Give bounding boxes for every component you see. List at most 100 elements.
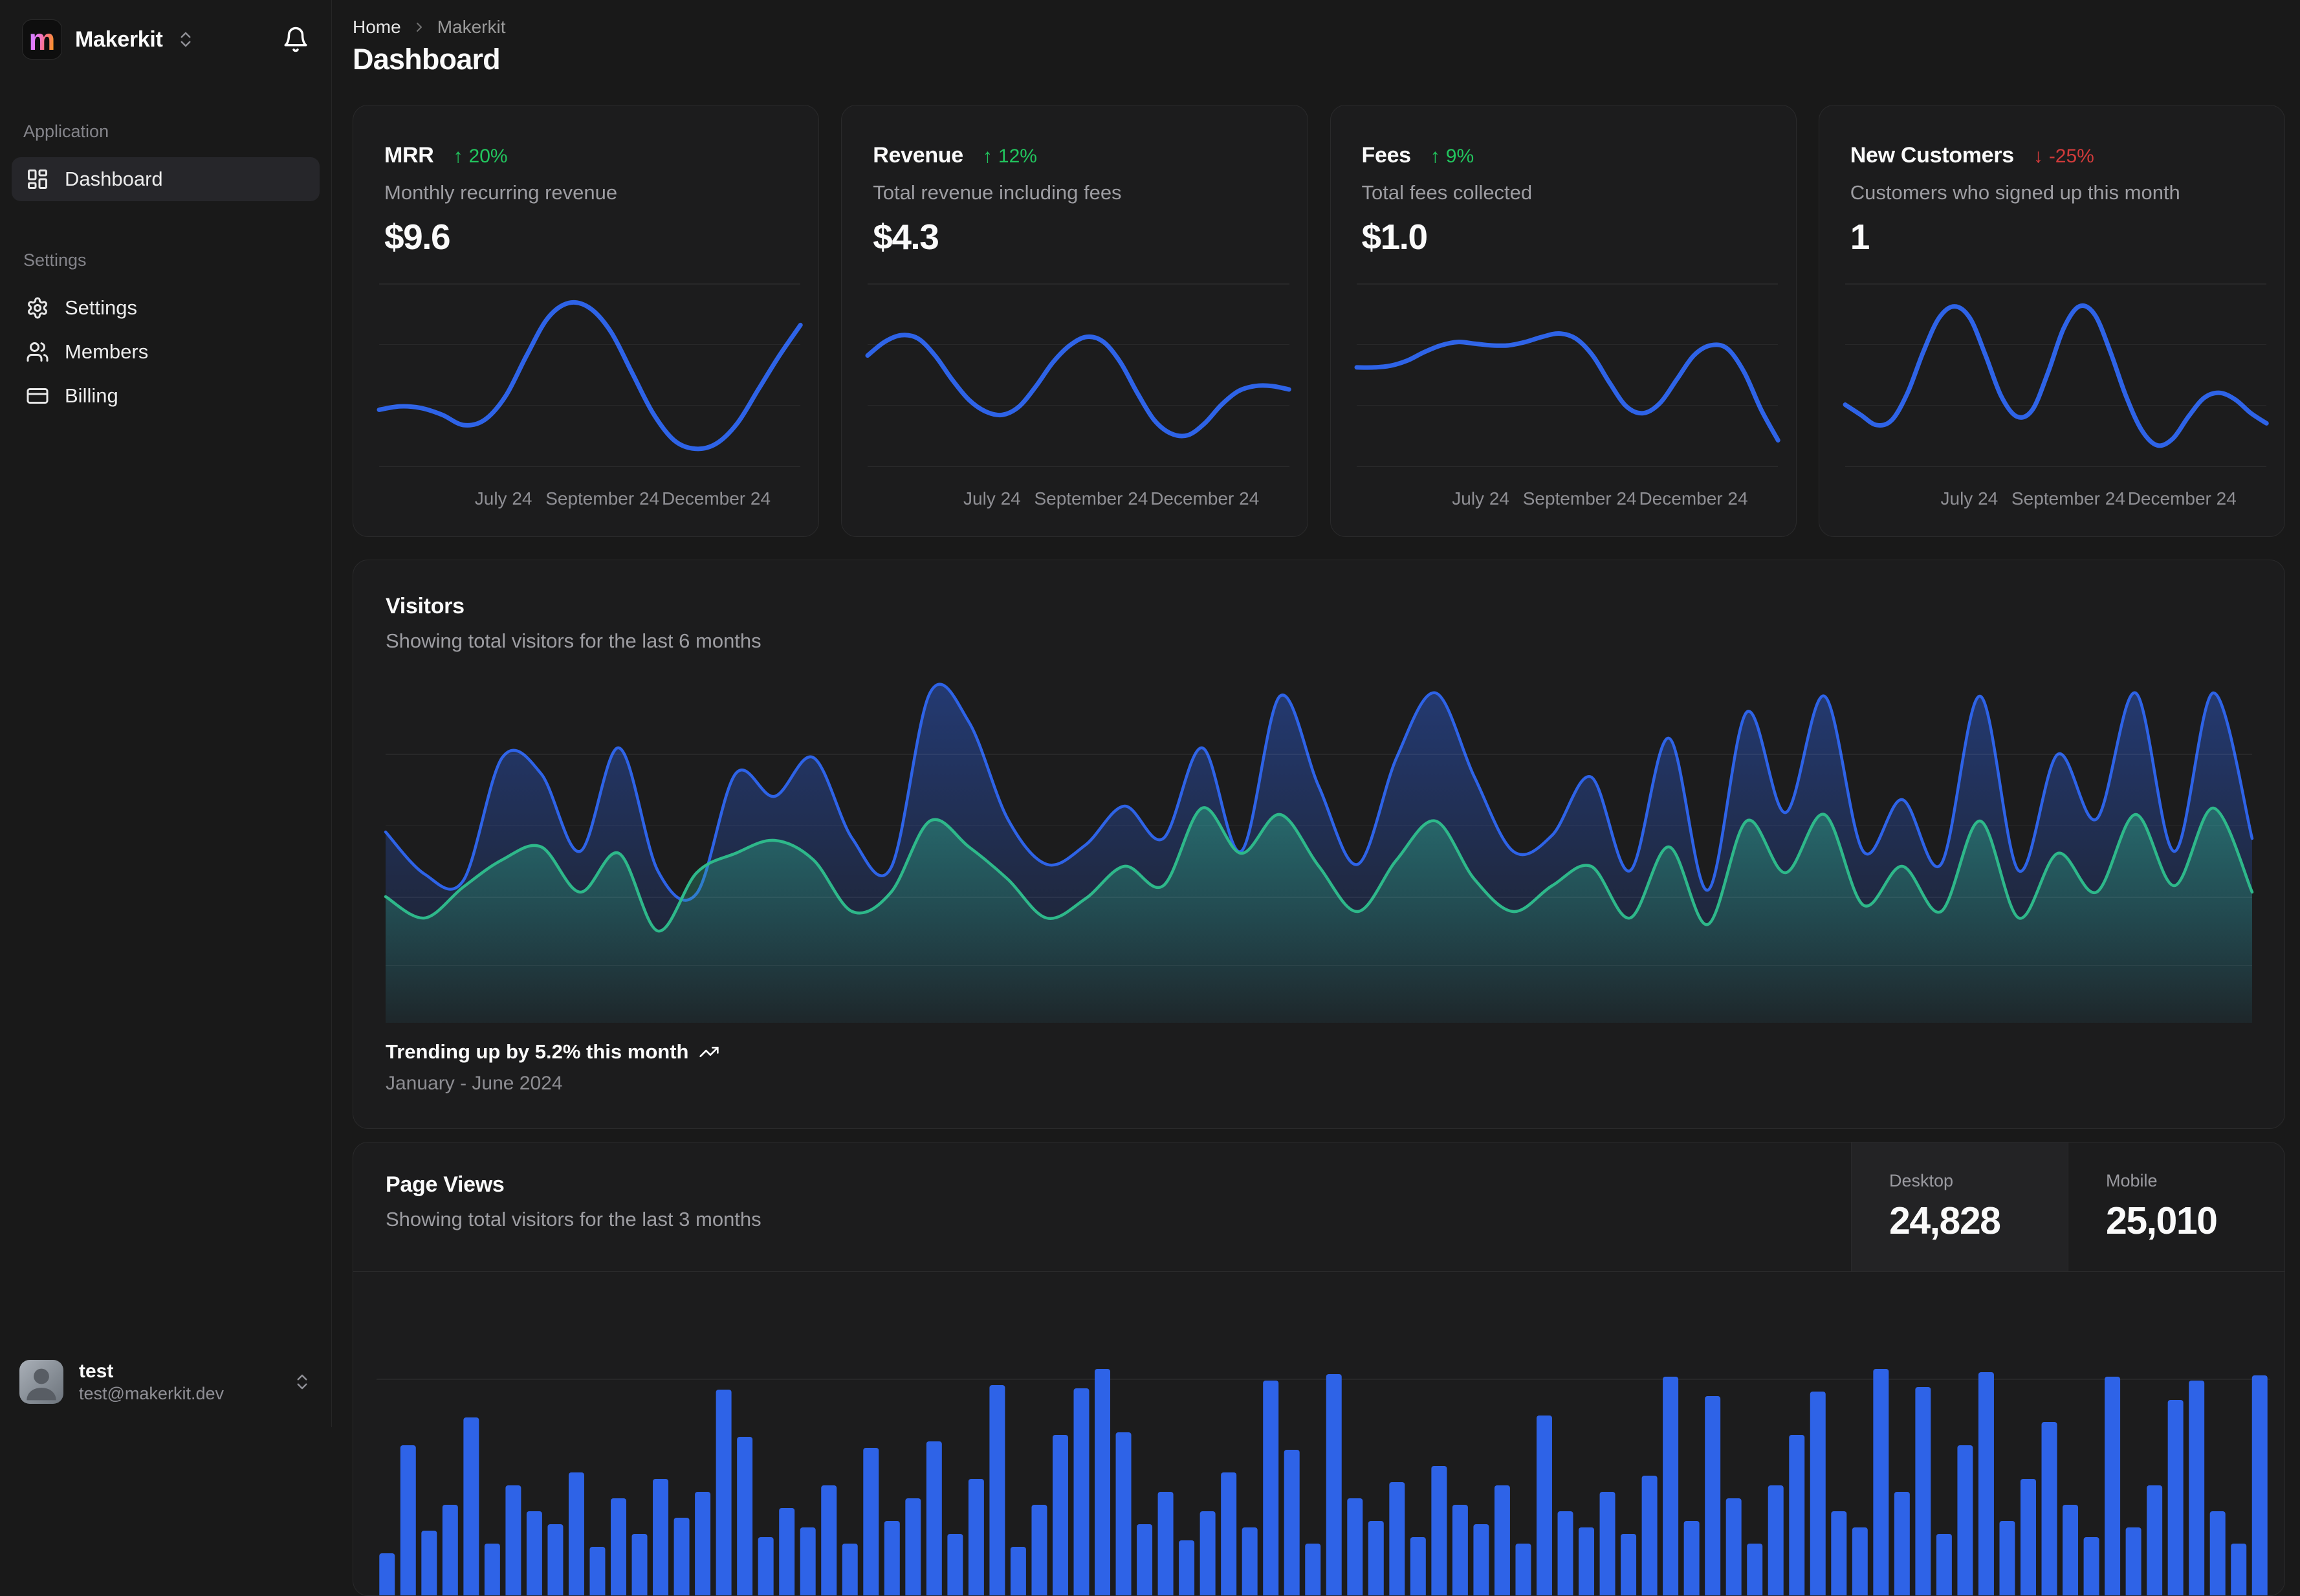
stat-subtitle: Total fees collected bbox=[1361, 181, 1533, 204]
sidebar-item-dashboard[interactable]: Dashboard bbox=[12, 157, 320, 201]
arrow-up-icon: ↑ bbox=[453, 146, 463, 167]
nav-section-application: Application bbox=[23, 122, 109, 141]
visitors-title: Visitors bbox=[386, 594, 465, 618]
x-tick: September 24 bbox=[1034, 488, 1148, 508]
stat-delta-badge: ↑ 12% bbox=[983, 146, 1037, 168]
credit-card-icon bbox=[27, 388, 49, 404]
main-content: Home Makerkit Dashboard MRR ↑ 20% Monthl… bbox=[332, 0, 2300, 1596]
page-views-card: Page Views Showing total visitors for th… bbox=[353, 1142, 2285, 1596]
visitors-footer: Trending up by 5.2% this month January -… bbox=[386, 1040, 719, 1095]
person-silhouette-icon bbox=[27, 1368, 56, 1401]
visitors-card: Visitors Showing total visitors for the … bbox=[353, 560, 2285, 1129]
page-views-header: Page Views Showing total visitors for th… bbox=[353, 1142, 2284, 1272]
arrow-up-icon: ↑ bbox=[1430, 146, 1440, 167]
sidebar-item-settings[interactable]: Settings bbox=[12, 286, 320, 330]
chevrons-up-down-icon[interactable] bbox=[176, 30, 195, 49]
x-tick: July 24 bbox=[963, 488, 1021, 508]
bell-icon[interactable] bbox=[282, 26, 309, 53]
x-tick: September 24 bbox=[545, 488, 660, 508]
x-axis-labels: July 24 September 24 December 24 bbox=[1357, 488, 1778, 514]
mrr-sparkline-chart bbox=[377, 283, 803, 467]
stat-card-mrr: MRR ↑ 20% Monthly recurring revenue $9.6… bbox=[353, 105, 820, 537]
dashboard-page: { "sidebar": { "workspace": { "name": "M… bbox=[0, 0, 2300, 1596]
stat-subtitle: Customers who signed up this month bbox=[1850, 181, 2180, 204]
stat-subtitle: Total revenue including fees bbox=[873, 181, 1122, 204]
stat-title: Fees bbox=[1361, 143, 1412, 168]
stat-title: MRR bbox=[384, 143, 434, 168]
visitors-subtitle: Showing total visitors for the last 6 mo… bbox=[386, 629, 761, 652]
sidebar-item-billing[interactable]: Billing bbox=[12, 374, 320, 418]
stat-card-fees: Fees ↑ 9% Total fees collected $1.0 July… bbox=[1330, 105, 1797, 537]
x-tick: July 24 bbox=[1452, 488, 1509, 508]
x-tick: September 24 bbox=[2011, 488, 2125, 508]
breadcrumb-makerkit[interactable]: Makerkit bbox=[437, 17, 506, 38]
layout-dashboard-icon bbox=[28, 169, 47, 189]
chevron-right-icon bbox=[416, 23, 422, 32]
stat-subtitle: Monthly recurring revenue bbox=[384, 181, 618, 204]
sidebar-item-label: Members bbox=[65, 340, 149, 363]
page-views-bar-chart bbox=[377, 1291, 2270, 1595]
sidebar-item-label: Settings bbox=[65, 296, 138, 319]
toggle-mobile-label: Mobile bbox=[2106, 1171, 2158, 1190]
visitors-area-chart bbox=[384, 673, 2254, 1023]
stat-title: Revenue bbox=[873, 143, 963, 168]
sidebar-item-label: Billing bbox=[65, 384, 118, 407]
workspace-row: m Makerkit bbox=[0, 0, 331, 60]
stat-card-new-customers: New Customers ↓ -25% Customers who signe… bbox=[1818, 105, 2285, 537]
breadcrumb-home[interactable]: Home bbox=[353, 17, 401, 38]
new-customers-sparkline-chart bbox=[1843, 283, 2269, 467]
toggle-desktop[interactable]: Desktop 24,828 bbox=[1851, 1142, 2068, 1271]
toggle-mobile[interactable]: Mobile 25,010 bbox=[2068, 1142, 2284, 1271]
stat-delta-value: 12% bbox=[998, 146, 1037, 167]
stat-cards-row: MRR ↑ 20% Monthly recurring revenue $9.6… bbox=[353, 105, 2285, 537]
x-axis-labels: July 24 September 24 December 24 bbox=[379, 488, 800, 514]
stat-delta-badge: ↓ -25% bbox=[2033, 146, 2094, 168]
x-tick: July 24 bbox=[474, 488, 532, 508]
stat-value: $4.3 bbox=[873, 217, 939, 257]
page-views-title: Page Views bbox=[386, 1172, 505, 1197]
breadcrumb: Home Makerkit bbox=[353, 17, 506, 38]
x-tick: December 24 bbox=[1639, 488, 1748, 508]
stat-delta-badge: ↑ 20% bbox=[454, 146, 508, 168]
toggle-desktop-value: 24,828 bbox=[1889, 1199, 2001, 1242]
logo-letter: m bbox=[28, 23, 56, 56]
makerkit-logo[interactable]: m bbox=[22, 19, 62, 60]
sidebar-item-label: Dashboard bbox=[65, 168, 163, 190]
stat-value: $9.6 bbox=[384, 217, 451, 257]
stat-delta-value: 20% bbox=[468, 146, 508, 167]
stat-value: 1 bbox=[1850, 217, 1870, 257]
workspace-name[interactable]: Makerkit bbox=[75, 27, 163, 52]
x-tick: July 24 bbox=[1940, 488, 1999, 508]
visitors-trend-text: Trending up by 5.2% this month bbox=[386, 1040, 689, 1063]
stat-delta-value: 9% bbox=[1445, 146, 1474, 167]
page-title: Dashboard bbox=[353, 43, 501, 76]
page-views-toggle-group: Desktop 24,828 Mobile 25,010 bbox=[1851, 1142, 2284, 1271]
x-axis-labels: July 24 September 24 December 24 bbox=[1845, 488, 2266, 514]
page-views-subtitle: Showing total visitors for the last 3 mo… bbox=[386, 1208, 761, 1230]
arrow-down-icon: ↓ bbox=[2033, 146, 2043, 167]
visitors-period: January - June 2024 bbox=[386, 1073, 563, 1094]
x-tick: December 24 bbox=[1150, 488, 1260, 508]
users-icon bbox=[27, 342, 49, 362]
user-meta: test test@makerkit.dev bbox=[79, 1359, 224, 1405]
sidebar-nav: Application Dashboard Settings Settings … bbox=[0, 122, 331, 418]
nav-section-settings: Settings bbox=[23, 250, 87, 270]
toggle-desktop-label: Desktop bbox=[1889, 1171, 1954, 1190]
chevrons-up-down-icon[interactable] bbox=[292, 1372, 312, 1392]
stat-card-revenue: Revenue ↑ 12% Total revenue including fe… bbox=[841, 105, 1308, 537]
x-axis-labels: July 24 September 24 December 24 bbox=[868, 488, 1289, 514]
avatar bbox=[19, 1360, 63, 1405]
toggle-mobile-value: 25,010 bbox=[2106, 1199, 2218, 1242]
user-email: test@makerkit.dev bbox=[79, 1384, 224, 1404]
user-name: test bbox=[79, 1360, 114, 1382]
x-tick: December 24 bbox=[661, 488, 771, 508]
x-tick: December 24 bbox=[2127, 488, 2237, 508]
stat-delta-value: -25% bbox=[2048, 146, 2094, 167]
trending-up-icon bbox=[699, 1047, 719, 1057]
revenue-sparkline-chart bbox=[865, 283, 1291, 467]
stat-title: New Customers bbox=[1850, 143, 2014, 168]
arrow-up-icon: ↑ bbox=[982, 146, 992, 167]
sidebar-item-members[interactable]: Members bbox=[12, 330, 320, 374]
sidebar: m Makerkit Application Dashboard Setting… bbox=[0, 0, 332, 1427]
user-menu[interactable]: test test@makerkit.dev bbox=[0, 1348, 331, 1417]
